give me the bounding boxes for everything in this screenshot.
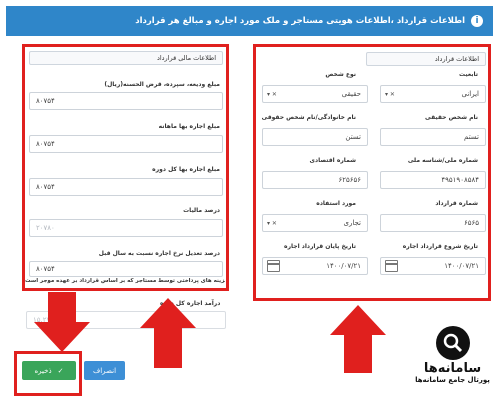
nationality-label: تابعیت: [459, 71, 478, 78]
contract-form-page: اطلاعات قرارداد ،اطلاعات هویتی مستاجر و …: [0, 0, 499, 408]
economic-code-label: شماره اقتصادی: [309, 157, 356, 164]
cancel-button-label: انصراف: [92, 366, 117, 375]
tax-percent-label: درصد مالیات: [183, 207, 220, 214]
arrow-down-icon: [34, 292, 90, 352]
deposit-label: مبلغ ودیعه، سپرده، قرض الحسنه(ریال): [104, 81, 220, 88]
header-title: اطلاعات قرارداد ،اطلاعات هویتی مستاجر و …: [135, 16, 465, 26]
end-date-field[interactable]: ۱۴۰۰/۰۷/۲۱: [262, 257, 368, 275]
site-logo: سامانه‌ها پورتال جامع سامانه‌ها: [410, 326, 495, 404]
tax-percent-field[interactable]: ۲۰۷۸۰: [29, 219, 223, 237]
national-id-label: شماره ملی/شناسه ملی: [407, 157, 478, 164]
info-icon: i: [471, 15, 483, 27]
calendar-icon[interactable]: [267, 260, 280, 272]
nationality-select[interactable]: ▾ ✕ ایرانی: [380, 85, 486, 103]
nationality-value: ایرانی: [461, 90, 479, 98]
tenant-costs-label: هزینه های پرداختی توسط مستاجر که بر اساس…: [25, 278, 225, 284]
check-icon: ✓: [57, 366, 64, 375]
nationality-select-controls: ▾ ✕: [385, 90, 395, 98]
logo-magnifier-icon: [435, 326, 470, 360]
family-label: نام خانوادگی/نام شخص حقوقی: [261, 114, 356, 121]
arrow-up-icon: [140, 298, 196, 368]
save-button[interactable]: ذخیره ✓: [22, 361, 76, 380]
usage-select-controls: ▾ ✕: [267, 219, 277, 227]
end-date-value: ۱۴۰۰/۰۷/۲۱: [326, 262, 361, 270]
deposit-field[interactable]: ۸۰۷۵۴: [29, 92, 223, 110]
person-type-select-controls: ▾ ✕: [267, 90, 277, 98]
economic-code-field[interactable]: ۶۲۵۶۵۶: [262, 171, 368, 189]
form-header: اطلاعات قرارداد ،اطلاعات هویتی مستاجر و …: [6, 6, 493, 36]
monthly-rent-field[interactable]: ۸۰۷۵۴: [29, 135, 223, 153]
rent-adjustment-label: درصد تعدیل نرخ اجاره نسبت به سال قبل: [98, 250, 220, 257]
start-date-value: ۱۴۰۰/۰۷/۲۱: [444, 262, 479, 270]
usage-label: مورد استفاده: [316, 200, 356, 207]
contract-section-title: اطلاعات قرارداد: [366, 52, 486, 66]
contract-no-label: شماره قرارداد: [435, 200, 478, 207]
financial-section-title: اطلاعات مالی قرارداد: [29, 51, 223, 65]
financial-info-panel: اطلاعات مالی قرارداد مبلغ ودیعه، سپرده، …: [22, 44, 229, 291]
contract-info-panel: اطلاعات قرارداد تابعیت ▾ ✕ ایرانی نوع شخ…: [253, 44, 491, 301]
person-type-label: نوع شخص: [325, 71, 356, 78]
start-date-label: تاریخ شروع قرارداد اجاره: [402, 243, 478, 250]
usage-select[interactable]: ▾ ✕ تجاری: [262, 214, 368, 232]
person-type-select[interactable]: ▾ ✕ حقیقی: [262, 85, 368, 103]
national-id-field[interactable]: ۴۹۵۱۹۰۸۵۸۴: [380, 171, 486, 189]
contract-no-field[interactable]: ۶۵۶۵: [380, 214, 486, 232]
rent-adjustment-field[interactable]: ۸۰۷۵۴: [29, 261, 223, 277]
logo-title: سامانه‌ها: [423, 361, 482, 376]
monthly-rent-label: مبلغ اجاره بها ماهانه: [158, 123, 220, 130]
save-button-label: ذخیره: [34, 366, 52, 375]
total-rent-label: مبلغ اجاره بها کل دوره: [152, 166, 220, 173]
start-date-field[interactable]: ۱۴۰۰/۰۷/۲۱: [380, 257, 486, 275]
calendar-icon[interactable]: [385, 260, 398, 272]
name-field[interactable]: تستم: [380, 128, 486, 146]
end-date-label: تاریخ پایان قرارداد اجاره: [284, 243, 356, 250]
arrow-up-icon: [330, 305, 386, 373]
cancel-button[interactable]: انصراف: [84, 361, 125, 380]
family-field[interactable]: تستن: [262, 128, 368, 146]
logo-subtitle: پورتال جامع سامانه‌ها: [415, 376, 490, 384]
person-type-value: حقیقی: [341, 90, 361, 98]
usage-value: تجاری: [343, 219, 361, 227]
tax-percent-placeholder: ۲۰۷۸۰: [36, 224, 55, 232]
name-label: نام شخص حقیقی: [425, 114, 478, 121]
